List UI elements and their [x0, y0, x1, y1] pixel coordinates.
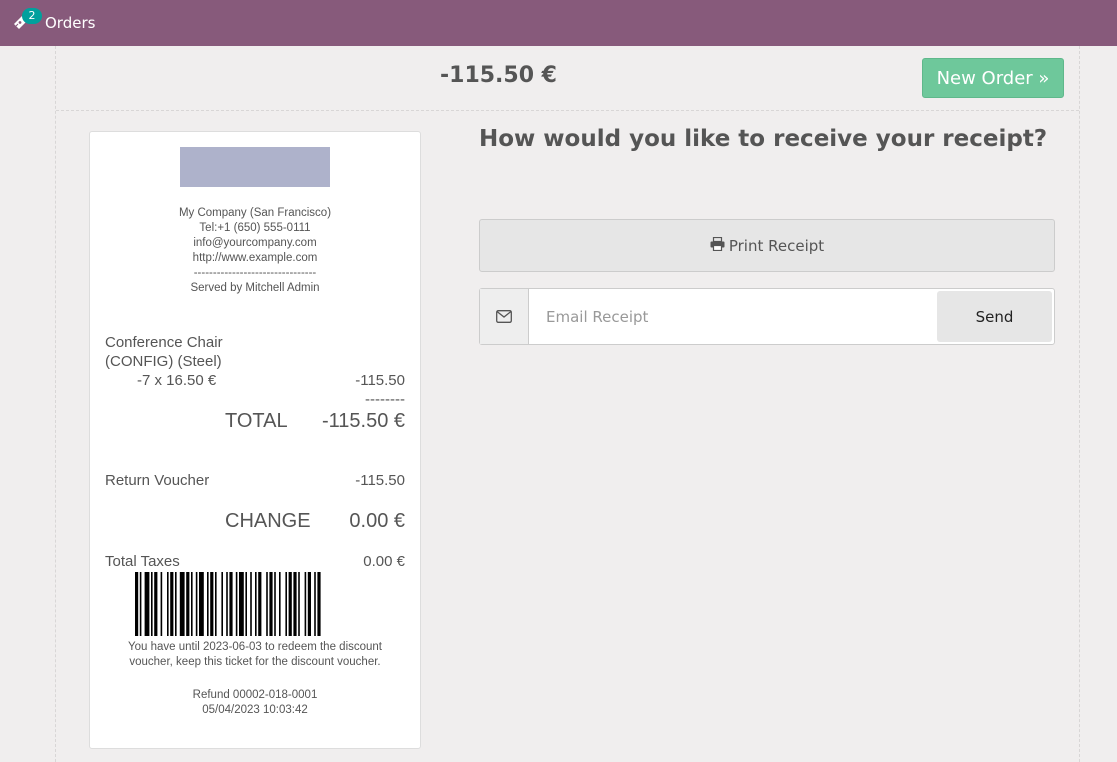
barcode: [135, 572, 321, 636]
separator: --------------------------------: [193, 267, 317, 279]
receipt-question: How would you like to receive your recei…: [479, 126, 1048, 152]
refund-reference: Refund 00002-018-0001: [192, 689, 318, 701]
total-separator: --------: [365, 391, 405, 408]
qty-price: -7 x 16.50 €: [137, 372, 217, 389]
new-order-button[interactable]: New Order »: [922, 58, 1064, 98]
change-label: CHANGE: [225, 510, 311, 532]
payment-method: Return Voucher: [105, 472, 210, 489]
receipt-total: TOTAL -115.50 €: [105, 410, 405, 438]
ticket-icon: 2: [10, 8, 42, 38]
taxes-value: 0.00 €: [363, 553, 405, 570]
orders-button[interactable]: 2 Orders: [10, 8, 95, 38]
total-value: -115.50 €: [321, 410, 405, 432]
email-receipt-input[interactable]: [530, 289, 935, 344]
cashier: Served by Mitchell Admin: [190, 282, 320, 294]
payment-amount: -115.50: [355, 472, 405, 489]
email-receipt-group: Send: [479, 288, 1055, 345]
company-email: info@yourcompany.com: [193, 237, 317, 249]
company-name: My Company (San Francisco): [178, 207, 332, 219]
line-amount: -115.50: [355, 372, 405, 389]
receipt-datetime: 05/04/2023 10:03:42: [202, 704, 308, 716]
print-receipt-button[interactable]: Print Receipt: [479, 219, 1055, 272]
company-phone: Tel:+1 (650) 555-0111: [199, 222, 311, 234]
order-line-product: Conference Chair: [105, 334, 223, 351]
top-content: -115.50 € New Order »: [56, 46, 1079, 111]
company-website: http://www.example.com: [192, 252, 318, 264]
printer-icon: [710, 236, 729, 255]
total-label: TOTAL: [225, 410, 288, 432]
orders-count-badge: 2: [22, 8, 42, 24]
print-receipt-label: Print Receipt: [728, 236, 825, 255]
company-info: My Company (San Francisco) Tel:+1 (650) …: [90, 206, 420, 296]
envelope-icon: [480, 289, 529, 344]
taxes-label: Total Taxes: [105, 553, 180, 570]
change-value: 0.00 €: [349, 510, 405, 532]
receipt-change: CHANGE 0.00 €: [105, 510, 405, 538]
orders-label: Orders: [45, 14, 96, 32]
send-email-button[interactable]: Send: [937, 291, 1052, 342]
receipt-preview: My Company (San Francisco) Tel:+1 (650) …: [89, 131, 421, 749]
top-bar: 2 Orders: [0, 0, 1117, 46]
taxes-line: Total Taxes 0.00 €: [105, 553, 405, 573]
order-total: -115.50 €: [440, 63, 557, 88]
order-line-qty: -7 x 16.50 € -115.50: [105, 372, 405, 392]
order-line-product-variant: (CONFIG) (Steel): [105, 353, 222, 370]
receipt-footer: Refund 00002-018-0001 05/04/2023 10:03:4…: [90, 688, 420, 718]
voucher-note: You have until 2023-06-03 to redeem the …: [127, 641, 383, 668]
payment-line: Return Voucher -115.50: [105, 472, 405, 492]
company-logo: [180, 147, 330, 187]
